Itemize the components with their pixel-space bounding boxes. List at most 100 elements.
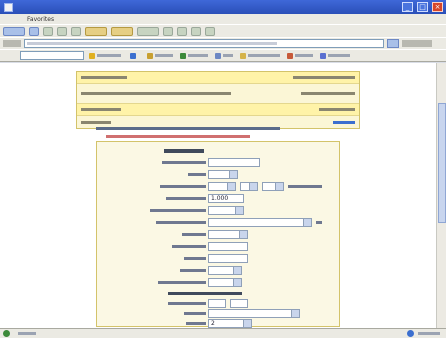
history-button[interactable]: [163, 26, 173, 36]
intro-text: [96, 127, 280, 130]
edit-button[interactable]: [205, 26, 215, 36]
page-done-icon: [3, 330, 10, 337]
form-row: [98, 299, 338, 309]
toolbar-chip-highlight[interactable]: [238, 52, 282, 60]
highlight-icon: [240, 52, 246, 59]
info-row: [77, 104, 359, 116]
select-field[interactable]: [208, 182, 236, 191]
form-row: 1.000: [98, 194, 338, 204]
toolbar-chip-options[interactable]: [285, 52, 315, 60]
shield-icon: [215, 52, 221, 59]
info-table: [76, 71, 360, 129]
field-label: [160, 185, 206, 188]
back-button[interactable]: [3, 26, 25, 36]
maximize-button[interactable]: □: [417, 2, 428, 12]
select-field[interactable]: [208, 206, 244, 215]
address-label: [3, 40, 21, 47]
status-bar: [0, 328, 446, 338]
field-label: [182, 233, 206, 236]
star-icon: [89, 52, 95, 59]
text-field[interactable]: [208, 299, 226, 308]
field-label: [168, 302, 206, 305]
mail-icon: [147, 52, 153, 59]
toolbar-logo[interactable]: [3, 51, 17, 60]
toolbar-chip-extra[interactable]: [318, 52, 352, 60]
minimize-button[interactable]: _: [402, 2, 413, 12]
globe-icon: [407, 330, 414, 337]
info-row: [77, 72, 359, 84]
toolbar-chip-web[interactable]: [128, 52, 142, 60]
form-row: [98, 266, 338, 276]
home-button[interactable]: [71, 26, 81, 36]
field-label: [184, 312, 206, 315]
search-button[interactable]: [85, 26, 107, 36]
address-bar: [0, 37, 446, 49]
field-label: [186, 322, 206, 325]
required-mark: [316, 221, 322, 224]
menu-favorites[interactable]: Favorites: [27, 16, 54, 23]
form-row: 2: [98, 319, 338, 328]
field-label: [158, 281, 206, 284]
close-button[interactable]: ×: [432, 2, 443, 12]
toolbar-chip-news[interactable]: [178, 52, 210, 60]
options-icon: [287, 52, 293, 59]
text-field[interactable]: 1.000: [208, 194, 244, 203]
field-label: [184, 257, 206, 260]
globe-icon: [180, 52, 186, 59]
text-field[interactable]: [208, 242, 248, 251]
select-field[interactable]: [262, 182, 284, 191]
refresh-button[interactable]: [57, 26, 67, 36]
section-title: [168, 292, 242, 295]
select-field[interactable]: [240, 182, 258, 191]
standard-toolbar: [0, 24, 446, 37]
search-toolbar: [0, 49, 446, 62]
select-field[interactable]: [208, 230, 248, 239]
select-field[interactable]: 2: [208, 319, 252, 328]
security-zone: [407, 330, 440, 337]
field-hint: [288, 185, 322, 188]
select-field[interactable]: [208, 309, 300, 318]
forward-button[interactable]: [29, 26, 39, 36]
field-label: [166, 197, 206, 200]
media-button[interactable]: [137, 26, 159, 36]
text-field[interactable]: [208, 158, 260, 167]
form-row: [98, 170, 338, 180]
toolbar-chip-popup[interactable]: [213, 52, 235, 60]
form-row: [98, 242, 338, 252]
warning-text: [106, 135, 250, 138]
field-label: [162, 161, 206, 164]
form-row: [98, 230, 338, 240]
url-input[interactable]: [24, 39, 384, 48]
text-field[interactable]: [208, 254, 248, 263]
select-field[interactable]: [208, 218, 312, 227]
print-button[interactable]: [191, 26, 201, 36]
scroll-thumb[interactable]: [438, 103, 446, 223]
go-button[interactable]: [387, 39, 399, 48]
field-label: [188, 173, 206, 176]
favorites-button[interactable]: [111, 26, 133, 36]
bookmark-icon: [320, 52, 326, 59]
menu-bar: Favorites: [0, 14, 446, 24]
form-row: [98, 182, 338, 192]
form-row: [98, 218, 338, 228]
select-field[interactable]: [208, 170, 238, 179]
select-field[interactable]: [208, 266, 242, 275]
search-icon: [130, 52, 136, 59]
field-label: [172, 245, 206, 248]
form-row: [98, 158, 338, 168]
form-row: [98, 278, 338, 288]
title-bar: _ □ ×: [0, 0, 446, 14]
vertical-scrollbar[interactable]: [436, 63, 446, 328]
links-label[interactable]: [402, 40, 432, 47]
toolbar-chip-mail[interactable]: [145, 52, 175, 60]
toolbar-chip-search[interactable]: [87, 52, 125, 60]
form-title: [164, 149, 204, 153]
form-row: [98, 309, 338, 319]
field-label: [156, 221, 206, 224]
stop-button[interactable]: [43, 26, 53, 36]
mail-button[interactable]: [177, 26, 187, 36]
info-row: [77, 84, 359, 104]
toolbar-search-input[interactable]: [20, 51, 84, 60]
text-field[interactable]: [230, 299, 248, 308]
select-field[interactable]: [208, 278, 242, 287]
